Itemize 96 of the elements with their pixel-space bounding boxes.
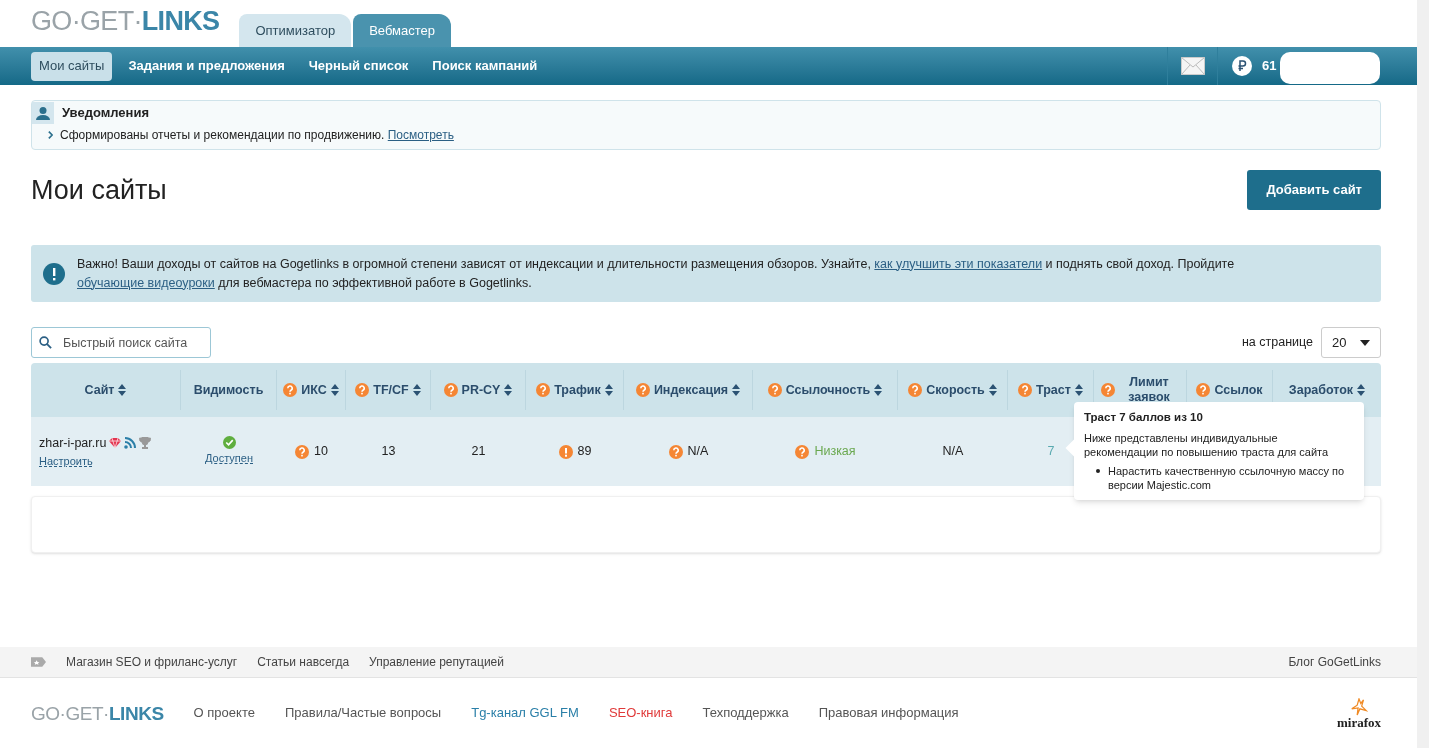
brand-name: mirafox <box>1336 715 1381 729</box>
view-link[interactable]: Посмотреть <box>387 128 454 142</box>
info-icon <box>43 262 65 285</box>
status-link[interactable]: Доступен <box>205 450 253 467</box>
help-icon[interactable] <box>295 444 310 459</box>
sort-icon[interactable] <box>988 384 997 396</box>
footer-nav-link[interactable]: Техподдержка <box>702 703 789 723</box>
column-header[interactable]: Траст <box>1036 382 1071 398</box>
sort-icon[interactable] <box>1074 384 1083 396</box>
sort-icon[interactable] <box>732 384 741 396</box>
help-icon[interactable] <box>767 383 782 397</box>
help-icon[interactable] <box>635 383 650 397</box>
footer-logo[interactable]: GO·GET·LINKS <box>31 703 164 723</box>
column-header[interactable]: Видимость <box>193 382 264 398</box>
footer-nav-link[interactable]: Правила/Частые вопросы <box>284 703 442 723</box>
balance-amount: 61 <box>1262 57 1277 76</box>
help-icon[interactable] <box>908 383 923 397</box>
sort-icon[interactable] <box>504 384 513 396</box>
nav-tab[interactable]: Поиск кампаний <box>424 51 546 81</box>
search-field[interactable]: Быстрый поиск сайта <box>31 327 211 358</box>
tooltip-bullet: Нарастить качественную ссылочную массу по версии Majestic.com <box>1108 464 1346 492</box>
help-icon[interactable] <box>283 383 298 397</box>
trophy-icon <box>139 437 152 450</box>
table-cell-text: Низкая <box>814 443 856 461</box>
alert-link[interactable]: как улучшить эти показатели <box>874 256 1043 271</box>
notification-text: Сформированы отчеты и рекомендации по продвижению. Посмотреть <box>60 127 454 144</box>
sort-icon[interactable] <box>118 384 127 396</box>
mail-icon[interactable] <box>1180 57 1205 75</box>
blog-link[interactable]: Блог GoGetLinks <box>1288 653 1381 671</box>
per-page-select[interactable]: 20 <box>1321 327 1381 358</box>
notification-title: Уведомления <box>62 103 150 122</box>
nav-tab[interactable]: Задания и предложения <box>120 51 293 81</box>
logo[interactable]: GO·GET·LINKS <box>31 8 220 35</box>
column-header[interactable]: Трафик <box>554 382 601 398</box>
user-icon <box>36 105 50 120</box>
help-icon[interactable] <box>1101 383 1115 397</box>
tag-icon <box>31 657 46 667</box>
help-icon[interactable] <box>1018 383 1033 397</box>
footer-link[interactable]: Магазин SEO и фриланс-услуг <box>66 653 238 671</box>
column-header[interactable]: Ссылок <box>1214 382 1263 398</box>
column-header[interactable]: PR-CY <box>461 382 501 398</box>
per-page-label: на странице <box>1241 334 1313 352</box>
footer-link[interactable]: Статьи навсегда <box>257 653 350 671</box>
column-header[interactable]: Сайт <box>84 382 115 398</box>
tooltip-text: Ниже представлены индивидуальные рекомендации по повышению траста для сайта <box>1084 431 1330 459</box>
chevron-icon <box>48 131 53 139</box>
column-header[interactable]: Ссылочность <box>785 382 871 398</box>
table-cell-text: N/A <box>687 443 709 461</box>
scrollbar[interactable] <box>1417 0 1429 748</box>
add-site-button[interactable]: Добавить сайт <box>1247 170 1381 210</box>
table-cell-text: 13 <box>381 443 396 461</box>
sort-icon[interactable] <box>874 384 883 396</box>
help-icon[interactable] <box>443 383 458 397</box>
column-header[interactable]: Индексация <box>653 382 729 398</box>
help-icon[interactable] <box>795 444 810 459</box>
footer-nav-link[interactable]: Правовая информация <box>818 703 959 723</box>
caret-icon <box>1360 339 1370 346</box>
sort-icon[interactable] <box>412 384 421 396</box>
tooltip-title: Траст 7 баллов из 10 <box>1084 410 1204 424</box>
footer-nav-link[interactable]: О проекте <box>193 703 255 723</box>
sort-icon[interactable] <box>1357 384 1366 396</box>
setup-link[interactable]: Настроить <box>39 452 93 470</box>
role-tab[interactable]: Вебмастер <box>353 14 451 47</box>
nav-tab[interactable]: Мои сайты <box>31 51 113 81</box>
table-cell-text: 89 <box>577 443 592 461</box>
alert-text: Важно! Ваши доходы от сайтов на Gogetlinks в огромной степени зависят от индексации и длительности размещения обзоров. Узнайте, как улучшить эти показатели и поднять свой доход. Пройдите обучающие видеоуроки для вебмастера по эффективной работе в Gogetlinks. <box>77 255 1236 292</box>
check-icon <box>222 436 236 450</box>
ruble-icon <box>1232 56 1252 76</box>
bullet-icon <box>1096 469 1100 473</box>
column-header[interactable]: Лимит заявок <box>1119 375 1179 405</box>
footer-nav-link[interactable]: SEO-книга <box>608 703 673 723</box>
footer-link[interactable]: Управление репутацией <box>369 653 504 671</box>
help-icon[interactable] <box>1196 383 1211 397</box>
column-header[interactable]: ИКС <box>301 382 327 398</box>
sort-icon[interactable] <box>330 384 339 396</box>
page-title: Мои сайты <box>31 173 167 207</box>
help-icon[interactable] <box>668 444 683 459</box>
rss-icon <box>124 437 137 450</box>
table-cell-text: N/A <box>942 443 964 461</box>
table-cell-text: 7 <box>1047 443 1055 461</box>
help-icon[interactable] <box>355 383 370 397</box>
column-header[interactable]: TF/CF <box>373 382 409 398</box>
warning-icon[interactable] <box>558 444 573 459</box>
site-name[interactable]: zhar-i-par.ru <box>39 433 107 453</box>
table-cell-text: 10 <box>314 443 328 461</box>
search-icon <box>39 336 52 349</box>
nav-tab[interactable]: Черный список <box>300 51 417 81</box>
alert-link[interactable]: обучающие видеоуроки <box>77 275 215 290</box>
sort-icon[interactable] <box>604 384 613 396</box>
column-header[interactable]: Заработок <box>1288 382 1354 398</box>
column-header[interactable]: Скорость <box>926 382 985 398</box>
table-cell-text: 21 <box>471 443 486 461</box>
gem-icon <box>109 438 122 449</box>
role-tab[interactable]: Оптимизатор <box>239 14 352 47</box>
help-icon[interactable] <box>536 383 551 397</box>
footer-nav-link[interactable]: Tg-канал GGL FM <box>471 703 579 723</box>
